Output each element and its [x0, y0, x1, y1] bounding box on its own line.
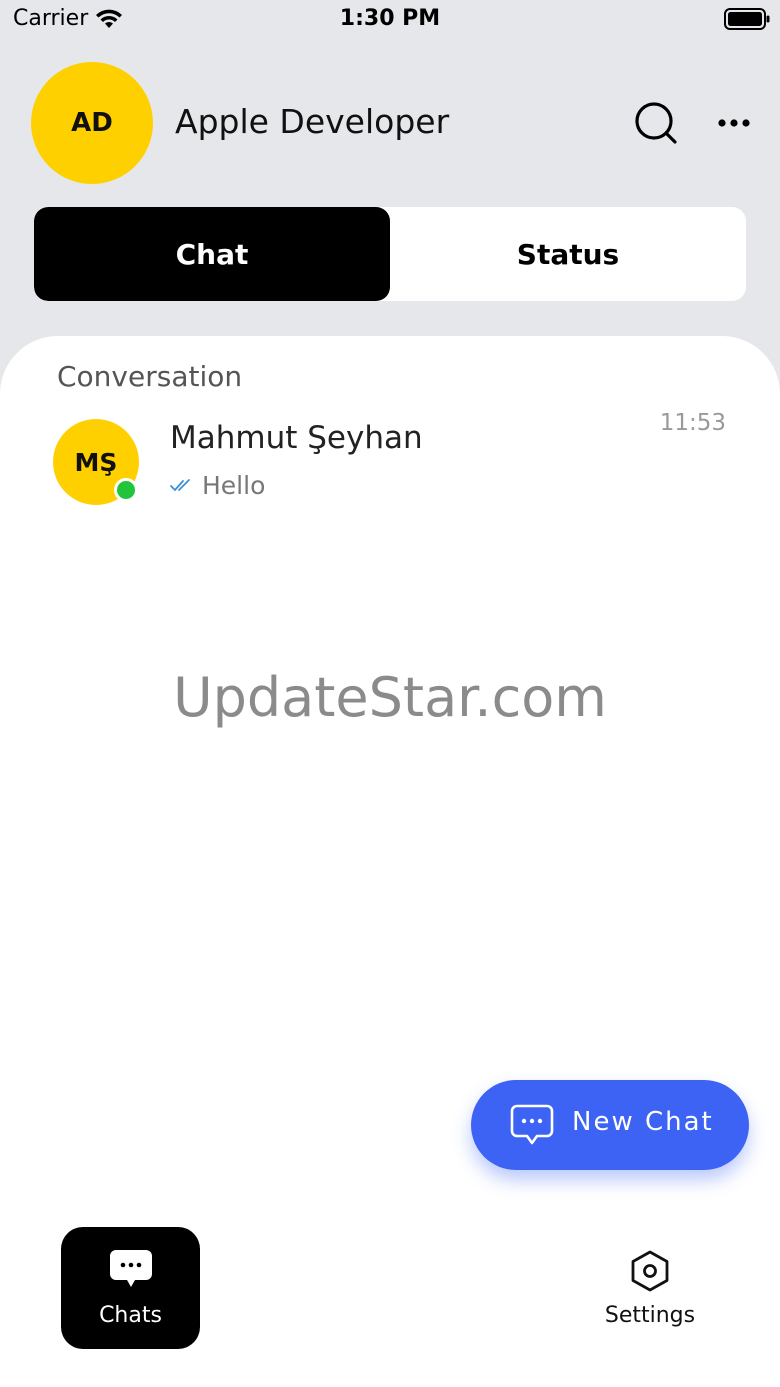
- profile-avatar[interactable]: AD: [31, 62, 153, 184]
- search-icon[interactable]: [633, 100, 679, 146]
- message-time: 11:53: [659, 410, 726, 436]
- nav-item-chats[interactable]: Chats: [61, 1227, 200, 1349]
- profile-name: Apple Developer: [175, 102, 450, 141]
- section-title: Conversation: [57, 360, 243, 393]
- status-bar: Carrier 1:30 PM: [0, 0, 780, 40]
- chat-status-tabs: Chat Status: [34, 207, 746, 301]
- conversation-item[interactable]: MŞ Mahmut Şeyhan Hello 11:53: [0, 406, 780, 516]
- nav-chats-label: Chats: [99, 1303, 162, 1328]
- last-message-preview: Hello: [202, 471, 266, 500]
- battery-icon: [724, 8, 770, 30]
- profile-avatar-initials: AD: [71, 108, 113, 138]
- contact-name: Mahmut Şeyhan: [170, 420, 423, 456]
- new-chat-button[interactable]: New Chat: [471, 1080, 749, 1170]
- more-icon[interactable]: [716, 112, 752, 134]
- tab-chat[interactable]: Chat: [34, 207, 390, 301]
- status-time: 1:30 PM: [339, 6, 441, 31]
- contact-avatar-initials: MŞ: [74, 447, 118, 477]
- chat-bubble-icon: [510, 1104, 554, 1145]
- nav-settings-label: Settings: [604, 1303, 696, 1328]
- nav-item-settings[interactable]: Settings: [590, 1227, 710, 1349]
- watermark: UpdateStar.com: [173, 666, 607, 729]
- chat-bubble-icon: [110, 1250, 152, 1287]
- online-status-dot: [114, 478, 138, 502]
- settings-hexagon-icon: [631, 1250, 669, 1292]
- new-chat-label: New Chat: [572, 1107, 714, 1137]
- double-check-icon: [170, 479, 190, 491]
- tab-status[interactable]: Status: [390, 207, 746, 301]
